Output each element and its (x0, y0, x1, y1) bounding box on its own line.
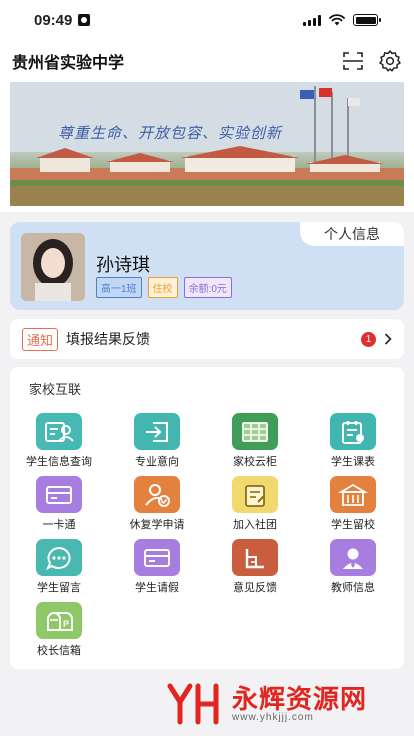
id-card-icon (36, 413, 82, 450)
grid-item-label: 一卡通 (42, 519, 76, 531)
feedback-icon (232, 539, 278, 576)
chat-icon (36, 539, 82, 576)
watermark-logo-icon (167, 683, 219, 725)
page-title: 贵州省实验中学 (12, 55, 125, 72)
grid-item-label: 学生请假 (135, 582, 179, 594)
battery-icon (353, 14, 381, 26)
grid-item-label: 学生留言 (37, 582, 81, 594)
profile-card[interactable]: 个人信息 孙诗琪 高一1班 住校 余额:0元 (10, 222, 404, 310)
school-banner[interactable]: 尊重生命、开放包容、实验创新 (10, 82, 404, 206)
campus-scene-image (10, 82, 404, 206)
mailbox-icon: P (36, 602, 82, 639)
boarding-tag: 住校 (147, 277, 178, 298)
nav-actions (342, 49, 402, 73)
teacher-icon (330, 539, 376, 576)
chevron-right-icon (384, 333, 392, 345)
leave-card-icon (134, 539, 180, 576)
profile-tags: 高一1班 住校 余额:0元 (96, 277, 232, 298)
avatar (21, 233, 85, 301)
watermark: 永辉资源网 www.yhkjjj.com (166, 682, 367, 726)
grid-item-suspension-application[interactable]: 休复学申请 (108, 476, 206, 532)
card-icon (36, 476, 82, 513)
grid-item-stay-at-school[interactable]: 学生留校 (304, 476, 402, 532)
settings-gear-icon[interactable] (378, 49, 402, 73)
grid-item-label: 加入社团 (233, 519, 277, 531)
nav-bar: 贵州省实验中学 (0, 40, 414, 82)
grid-item-label: 教师信息 (331, 582, 375, 594)
club-icon (232, 476, 278, 513)
grid-item-student-info[interactable]: 学生信息查询 (10, 413, 108, 469)
status-bar: 09:49 (0, 0, 414, 40)
grid-item-label: 学生信息查询 (26, 456, 92, 468)
notice-badge: 通知 (22, 327, 59, 351)
grid-item-label: 学生留校 (331, 519, 375, 531)
grid-item-teacher-info[interactable]: 教师信息 (304, 539, 402, 595)
signal-icon (303, 14, 321, 26)
grid-item-class-schedule[interactable]: 学生课表 (304, 413, 402, 469)
grid-item-student-message[interactable]: 学生留言 (10, 539, 108, 595)
notice-text: 填报结果反馈 (66, 331, 151, 347)
student-name: 孙诗琪 (96, 255, 150, 275)
notice-count-badge: 1 (361, 331, 376, 347)
grid-item-label: 意见反馈 (233, 582, 277, 594)
class-tag: 高一1班 (96, 277, 142, 298)
user-check-icon (134, 476, 180, 513)
grid-item-join-club[interactable]: 加入社团 (206, 476, 304, 532)
balance-tag: 余额:0元 (183, 277, 232, 298)
banner-slogan: 尊重生命、开放包容、实验创新 (58, 124, 283, 142)
grid-item-label: 家校云柜 (233, 456, 277, 468)
grid-item-leave-request[interactable]: 学生请假 (108, 539, 206, 595)
grid-item-label: 专业意向 (135, 456, 179, 468)
wifi-icon (329, 14, 345, 26)
home-school-section: 家校互联 学生信息查询 专业意向 家校云柜 学生课表 一卡通 休复学申请 加入社… (10, 367, 404, 669)
svg-text:P: P (63, 619, 69, 629)
grid-item-principal-mailbox[interactable]: P 校长信箱 (10, 602, 108, 658)
grid-item-label: 学生课表 (331, 456, 375, 468)
status-time-group: 09:49 (34, 11, 91, 29)
grid-item-feedback[interactable]: 意见反馈 (206, 539, 304, 595)
building-icon (330, 476, 376, 513)
grid-item-major-intent[interactable]: 专业意向 (108, 413, 206, 469)
schedule-icon (330, 413, 376, 450)
scan-icon[interactable] (342, 51, 364, 71)
grid-item-cloud-cabinet[interactable]: 家校云柜 (206, 413, 304, 469)
grid-item-campus-card[interactable]: 一卡通 (10, 476, 108, 532)
grid-item-label: 休复学申请 (129, 519, 185, 531)
system-icons (303, 14, 381, 26)
avatar-portrait-icon (21, 233, 85, 301)
watermark-brand: 永辉资源网 (232, 683, 368, 714)
grid-item-label: 校长信箱 (37, 645, 81, 657)
status-time: 09:49 (34, 11, 73, 29)
personal-info-tab[interactable]: 个人信息 (300, 222, 404, 246)
sim-icon (78, 14, 91, 26)
section-title: 家校互联 (29, 382, 82, 397)
notice-bar[interactable]: 通知 填报结果反馈 1 (10, 319, 404, 359)
cabinet-icon (232, 413, 278, 450)
login-arrow-icon (134, 413, 180, 450)
feature-grid: 学生信息查询 专业意向 家校云柜 学生课表 一卡通 休复学申请 加入社团 学生留… (10, 413, 404, 658)
